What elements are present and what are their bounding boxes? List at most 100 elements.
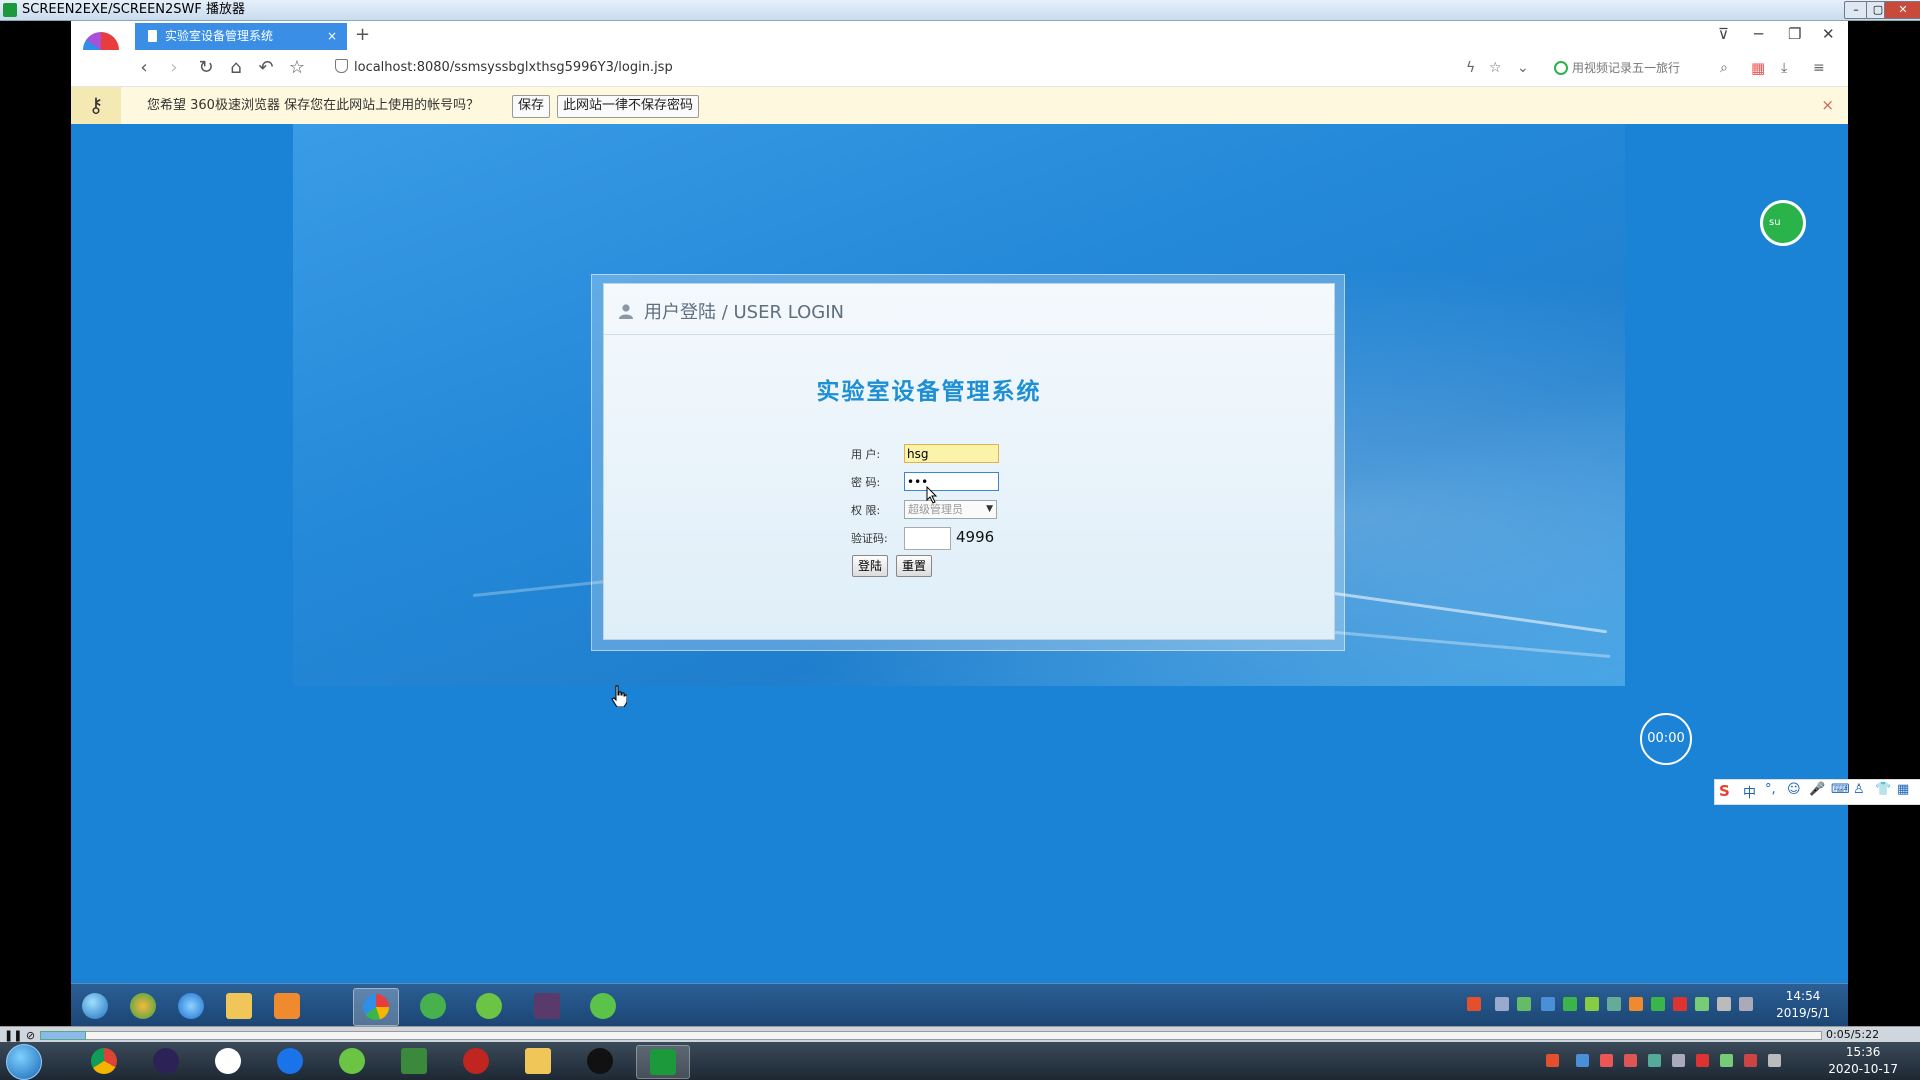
seek-progress[interactable] xyxy=(40,1031,86,1040)
host-clock[interactable]: 15:36 2020-10-17 xyxy=(1828,1044,1898,1078)
download-icon[interactable]: ⤓ xyxy=(1781,58,1787,78)
recorded-time: 14:54 xyxy=(1785,989,1821,1003)
menu-icon[interactable]: ≡ xyxy=(1813,58,1825,78)
qq-icon[interactable] xyxy=(574,1045,626,1077)
ime-voice-icon[interactable]: 🎤 xyxy=(1809,782,1825,797)
flash-icon[interactable] xyxy=(450,1045,502,1077)
cloud-app-icon[interactable] xyxy=(202,1045,254,1077)
eclipse-icon[interactable] xyxy=(140,1045,192,1077)
ime-emoji-icon[interactable]: ☺ xyxy=(1787,782,1801,797)
file-explorer-icon[interactable] xyxy=(217,988,261,1024)
url-field[interactable]: localhost:8080/ssmsyssbglxthsg5996Y3/log… xyxy=(335,58,1235,78)
tray-volume-icon[interactable] xyxy=(1739,997,1753,1011)
recorded-app-icon-5[interactable] xyxy=(581,988,625,1024)
tray-icon-7[interactable] xyxy=(1607,997,1621,1011)
pointer-cursor-icon xyxy=(926,486,938,504)
never-save-button[interactable]: 此网站一律不保存密码 xyxy=(557,95,700,118)
browser-taskbar-icon[interactable] xyxy=(353,988,399,1026)
captcha-input[interactable] xyxy=(904,527,951,550)
tray-monitor-icon[interactable] xyxy=(1717,997,1731,1011)
forward-icon[interactable]: › xyxy=(163,57,185,79)
recording-timer[interactable]: 00:00 xyxy=(1640,713,1692,765)
recorded-clock[interactable]: 14:54 2019/5/1 xyxy=(1776,988,1830,1022)
home-icon[interactable]: ⌂ xyxy=(225,57,247,79)
player-close-button[interactable]: ✕ xyxy=(1884,1,1920,19)
ime-punctuation-icon[interactable]: °, xyxy=(1765,782,1776,797)
favorites-icon[interactable]: ⊽ xyxy=(1718,25,1729,43)
tray-icon-4[interactable] xyxy=(1541,997,1555,1011)
star-icon[interactable]: ☆ xyxy=(1489,58,1502,78)
tray-ime-icon[interactable] xyxy=(1467,997,1481,1011)
reset-button[interactable]: 重置 xyxy=(896,555,933,577)
undo-close-icon[interactable]: ↶ xyxy=(255,57,277,79)
host-tray-qq-icon[interactable] xyxy=(1696,1054,1709,1067)
ime-toolbox-icon[interactable]: ▦ xyxy=(1897,782,1909,797)
back-icon[interactable]: ‹ xyxy=(133,57,155,79)
browser-restore-icon[interactable]: ❐ xyxy=(1788,25,1801,43)
tray-icon-8[interactable] xyxy=(1629,997,1643,1011)
password-save-bar: ⚷ 您希望 360极速浏览器 保存您在此网站上使用的帐号吗？ 保存 此网站一律不… xyxy=(71,87,1848,125)
ime-keyboard-icon[interactable]: ⌨ xyxy=(1831,782,1850,797)
host-tray-volume-icon[interactable] xyxy=(1744,1054,1757,1067)
recorded-app-icon-2[interactable] xyxy=(411,988,455,1024)
savebar-close-icon[interactable]: × xyxy=(1821,87,1834,124)
ime-skin-icon[interactable]: 👕 xyxy=(1875,782,1891,797)
tab-active[interactable]: 实验室设备管理系统 × xyxy=(135,23,347,50)
browser-close-icon[interactable]: ✕ xyxy=(1822,25,1835,43)
ie-icon[interactable] xyxy=(169,988,213,1024)
ime-mode-chinese[interactable]: 中 xyxy=(1743,782,1756,801)
left-letterbox xyxy=(0,21,71,1026)
tray-icon-2[interactable] xyxy=(1495,997,1509,1011)
media-player-icon[interactable] xyxy=(265,988,309,1024)
host-tray-monitor-icon[interactable] xyxy=(1768,1054,1781,1067)
lightning-icon[interactable]: ϟ xyxy=(1466,58,1475,78)
tray-icon-3[interactable] xyxy=(1517,997,1531,1011)
search-icon[interactable]: ⌕ xyxy=(1720,58,1728,78)
host-tray-ime-icon[interactable] xyxy=(1546,1054,1559,1067)
player-titlebar: SCREEN2EXE/SCREEN2SWF 播放器 – ▢ ✕ xyxy=(0,0,1920,21)
new-tab-button[interactable]: + xyxy=(355,23,375,47)
host-tray-icon-3[interactable] xyxy=(1600,1054,1613,1067)
reload-icon[interactable]: ↻ xyxy=(195,57,217,79)
recorded-start-icon[interactable] xyxy=(73,988,117,1024)
side-float-badge[interactable]: su xyxy=(1760,200,1806,246)
chrome-icon[interactable] xyxy=(78,1045,130,1077)
login-button[interactable]: 登陆 xyxy=(852,555,889,577)
save-password-button[interactable]: 保存 xyxy=(512,95,551,118)
bookmark-star-icon[interactable]: ☆ xyxy=(286,57,308,79)
captcha-code[interactable]: 4996 xyxy=(956,528,994,546)
host-file-explorer-icon[interactable] xyxy=(512,1045,564,1077)
video-record-hint[interactable]: 用视频记录五一旅行 xyxy=(1554,58,1680,78)
host-tray-icon-2[interactable] xyxy=(1576,1054,1589,1067)
username-input[interactable] xyxy=(904,444,999,463)
host-tray-shield-icon[interactable] xyxy=(1648,1054,1661,1067)
recorded-app-icon-3[interactable] xyxy=(467,988,511,1024)
password-input[interactable] xyxy=(904,472,999,491)
host-app-icon-5[interactable] xyxy=(326,1045,378,1077)
tray-qq-icon[interactable] xyxy=(1673,997,1687,1011)
host-tray-icon-4[interactable] xyxy=(1624,1054,1637,1067)
search-app-icon[interactable] xyxy=(264,1045,316,1077)
ime-logo-icon[interactable]: S xyxy=(1719,782,1730,800)
login-header: 用户登陆 / USER LOGIN xyxy=(604,284,1334,335)
tray-network-icon[interactable] xyxy=(1695,997,1709,1011)
ime-user-icon[interactable]: ♙ xyxy=(1853,782,1865,797)
seek-track[interactable] xyxy=(40,1031,1822,1040)
chevron-down-icon[interactable]: ⌄ xyxy=(1517,58,1529,78)
tab-close-icon[interactable]: × xyxy=(327,23,337,50)
recorded-app-icon-4[interactable] xyxy=(525,988,569,1024)
player-minimize-button[interactable]: – xyxy=(1844,1,1868,19)
browser-minimize-icon[interactable]: ─ xyxy=(1754,25,1763,43)
pause-icon[interactable]: ❚❚ ⊘ xyxy=(4,1029,35,1042)
tray-shield-icon[interactable] xyxy=(1563,997,1577,1011)
tray-icon-6[interactable] xyxy=(1585,997,1599,1011)
host-tray-network-icon[interactable] xyxy=(1720,1054,1733,1067)
start-button[interactable] xyxy=(6,1044,42,1080)
player-taskbar-icon[interactable] xyxy=(636,1045,690,1079)
apps-grid-icon[interactable]: ▦ xyxy=(1751,58,1765,78)
host-tray-icon-6[interactable] xyxy=(1672,1054,1685,1067)
host-app-icon-6[interactable] xyxy=(388,1045,440,1077)
recorded-app-icon-1[interactable] xyxy=(121,988,165,1024)
tray-icon-9[interactable] xyxy=(1651,997,1665,1011)
role-select[interactable]: 超级管理员 ▼ xyxy=(904,500,997,519)
